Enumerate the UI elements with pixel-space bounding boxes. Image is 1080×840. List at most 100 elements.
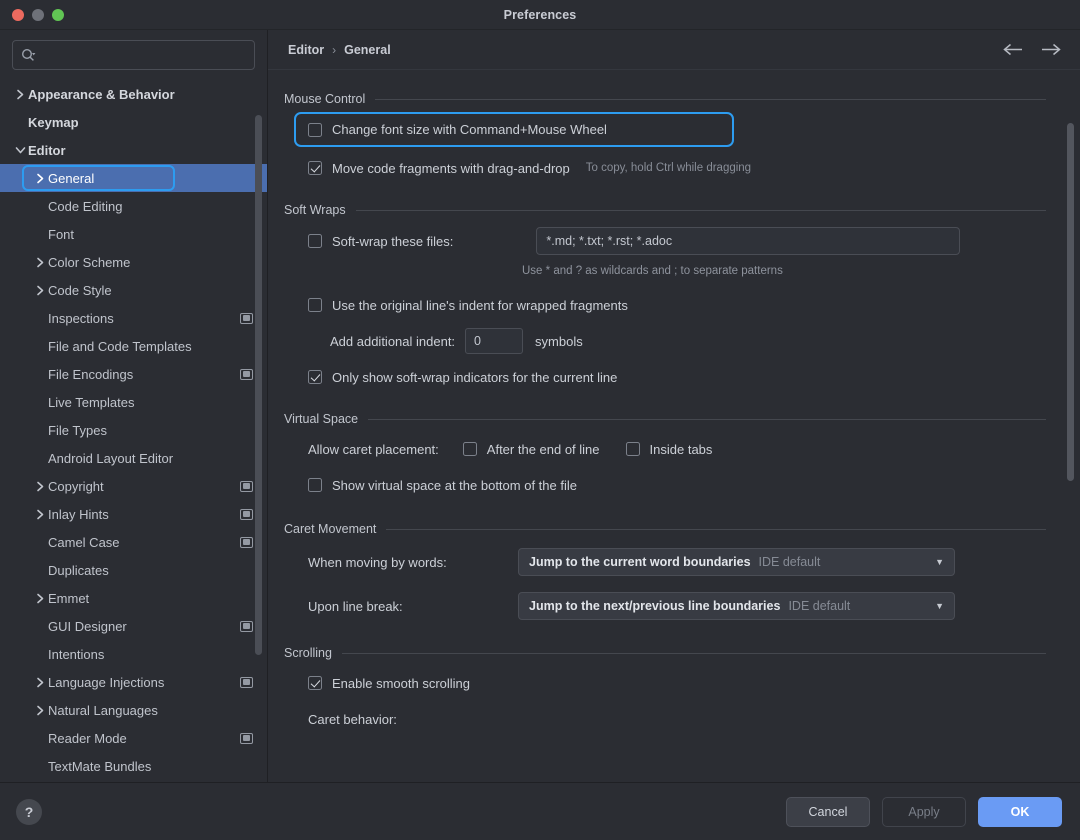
change-font-size-checkbox[interactable] xyxy=(308,122,322,137)
sidebar-item-code-style[interactable]: Code Style xyxy=(0,276,267,304)
chevron-down-icon: ▼ xyxy=(935,601,944,611)
chevron-down-icon[interactable] xyxy=(12,146,28,155)
help-button[interactable]: ? xyxy=(16,798,42,825)
content-scrollbar[interactable] xyxy=(1067,123,1074,481)
sidebar-item-inlay-hints[interactable]: Inlay Hints xyxy=(0,500,267,528)
upon-line-break-dropdown[interactable]: Jump to the next/previous line boundarie… xyxy=(518,592,955,620)
sidebar-item-file-and-code-templates[interactable]: File and Code Templates xyxy=(0,332,267,360)
sidebar-item-live-templates[interactable]: Live Templates xyxy=(0,388,267,416)
section-rule xyxy=(386,528,1046,530)
sidebar-item-intentions[interactable]: Intentions xyxy=(0,640,267,668)
when-moving-by-words-dropdown[interactable]: Jump to the current word boundaries IDE … xyxy=(518,548,955,576)
sidebar-scrollbar[interactable] xyxy=(255,115,262,655)
sidebar-item-copyright[interactable]: Copyright xyxy=(0,472,267,500)
settings-sync-badge-icon xyxy=(240,732,253,744)
arrow-right-icon[interactable] xyxy=(1040,42,1062,57)
ok-button[interactable]: OK xyxy=(978,796,1062,827)
title-bar: Preferences xyxy=(0,0,1080,30)
section-virtual-space: Virtual Space xyxy=(284,412,1046,426)
sidebar-item-label: Reader Mode xyxy=(48,730,127,746)
section-rule xyxy=(375,98,1046,100)
sidebar-item-color-scheme[interactable]: Color Scheme xyxy=(0,248,267,276)
when-moving-by-words-suffix: IDE default xyxy=(758,555,821,569)
additional-indent-unit: symbols xyxy=(535,333,583,349)
section-mouse-control: Mouse Control xyxy=(284,92,1046,106)
settings-sync-badge-icon xyxy=(240,620,253,632)
sidebar-item-keymap[interactable]: Keymap xyxy=(0,108,267,136)
soft-wrap-files-row: Soft-wrap these files: *.md; *.txt; *.rs… xyxy=(284,227,1046,255)
sidebar-item-editor[interactable]: Editor xyxy=(0,136,267,164)
sidebar-item-reader-mode[interactable]: Reader Mode xyxy=(0,724,267,752)
chevron-right-icon[interactable] xyxy=(32,677,48,688)
when-moving-by-words-label: When moving by words: xyxy=(308,554,447,570)
section-rule xyxy=(355,209,1046,211)
move-code-fragments-hint: To copy, hold Ctrl while dragging xyxy=(585,162,752,174)
chevron-right-icon[interactable] xyxy=(32,257,48,268)
section-rule xyxy=(368,418,1046,420)
sidebar-item-file-encodings[interactable]: File Encodings xyxy=(0,360,267,388)
settings-sync-badge-icon xyxy=(240,508,253,520)
settings-sync-badge-icon xyxy=(240,312,253,324)
chevron-right-icon[interactable] xyxy=(32,285,48,296)
sidebar-item-code-editing[interactable]: Code Editing xyxy=(0,192,267,220)
sidebar-item-label: Copyright xyxy=(48,478,104,494)
show-virtual-space-label: Show virtual space at the bottom of the … xyxy=(332,477,577,493)
sidebar-item-natural-languages[interactable]: Natural Languages xyxy=(0,696,267,724)
sidebar-item-duplicates[interactable]: Duplicates xyxy=(0,556,267,584)
show-virtual-space-checkbox[interactable] xyxy=(308,478,322,492)
sidebar-item-emmet[interactable]: Emmet xyxy=(0,584,267,612)
apply-button[interactable]: Apply xyxy=(882,796,966,827)
search-field[interactable] xyxy=(12,40,255,70)
sidebar-item-camel-case[interactable]: Camel Case xyxy=(0,528,267,556)
change-font-size-focus-ring[interactable]: Change font size with Command+Mouse Whee… xyxy=(294,112,734,147)
close-button[interactable] xyxy=(12,9,24,21)
inside-tabs-checkbox[interactable] xyxy=(625,442,640,456)
sidebar-item-language-injections[interactable]: Language Injections xyxy=(0,668,267,696)
sidebar-item-label: Inlay Hints xyxy=(48,506,109,522)
soft-wrap-files-value: *.md; *.txt; *.rst; *.adoc xyxy=(546,234,673,248)
window-title: Preferences xyxy=(503,7,577,22)
chevron-right-icon[interactable] xyxy=(32,705,48,716)
sidebar-item-textmate-bundles[interactable]: TextMate Bundles xyxy=(0,752,267,780)
preferences-window: Preferences Appearance & Behavior Keymap xyxy=(0,0,1080,840)
chevron-right-icon[interactable] xyxy=(32,509,48,520)
sidebar-item-inspections[interactable]: Inspections xyxy=(0,304,267,332)
sidebar-item-label: File Encodings xyxy=(48,366,134,382)
sidebar-item-general[interactable]: General xyxy=(0,164,267,192)
search-input[interactable] xyxy=(40,48,246,62)
allow-caret-placement-row: Allow caret placement: After the end of … xyxy=(284,436,1046,462)
sidebar-item-gui-designer[interactable]: GUI Designer xyxy=(0,612,267,640)
soft-wrap-files-input[interactable]: *.md; *.txt; *.rst; *.adoc xyxy=(536,227,961,255)
after-end-of-line-checkbox[interactable] xyxy=(462,442,477,456)
only-show-indicators-checkbox[interactable] xyxy=(308,370,322,384)
move-code-fragments-checkbox[interactable] xyxy=(308,161,322,175)
inside-tabs-label: Inside tabs xyxy=(649,441,713,457)
chevron-right-icon[interactable] xyxy=(32,173,48,184)
cancel-button[interactable]: Cancel xyxy=(786,796,870,827)
minimize-button[interactable] xyxy=(32,9,44,21)
sidebar-item-android-layout-editor[interactable]: Android Layout Editor xyxy=(0,444,267,472)
original-indent-checkbox[interactable] xyxy=(308,298,322,312)
breadcrumb-current: General xyxy=(344,42,391,57)
move-code-fragments-label: Move code fragments with drag-and-drop xyxy=(332,160,570,176)
zoom-button[interactable] xyxy=(52,9,64,21)
enable-smooth-scrolling-checkbox[interactable] xyxy=(308,676,322,690)
sidebar-item-label: Live Templates xyxy=(48,394,135,410)
chevron-right-icon[interactable] xyxy=(12,89,28,100)
chevron-right-icon[interactable] xyxy=(32,593,48,604)
breadcrumb-parent[interactable]: Editor xyxy=(288,43,324,57)
additional-indent-input[interactable]: 0 xyxy=(465,328,524,354)
section-title-text: Scrolling xyxy=(284,646,332,660)
soft-wrap-files-checkbox[interactable] xyxy=(308,234,322,248)
settings-tree[interactable]: Appearance & Behavior Keymap Editor General… xyxy=(0,78,267,782)
sidebar-item-appearance-behavior[interactable]: Appearance & Behavior xyxy=(0,80,267,108)
sidebar-item-font[interactable]: Font xyxy=(0,220,267,248)
sidebar-item-file-types[interactable]: File Types xyxy=(0,416,267,444)
arrow-left-icon[interactable] xyxy=(1002,42,1024,57)
upon-line-break-suffix: IDE default xyxy=(788,599,851,613)
upon-line-break-label: Upon line break: xyxy=(308,598,403,614)
chevron-right-icon[interactable] xyxy=(32,481,48,492)
breadcrumb-separator: › xyxy=(332,42,337,57)
upon-line-break-value: Jump to the next/previous line boundarie… xyxy=(529,599,781,613)
sidebar-item-label: Language Injections xyxy=(48,674,165,690)
